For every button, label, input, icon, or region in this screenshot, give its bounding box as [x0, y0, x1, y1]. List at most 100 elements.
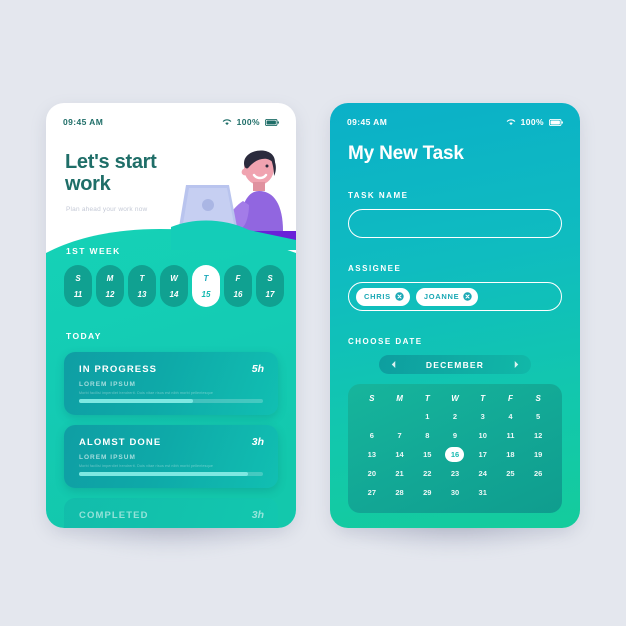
day-number-label: 17 — [265, 289, 275, 299]
status-time: 09:45 AM — [347, 117, 388, 127]
close-circle-icon[interactable] — [463, 292, 473, 301]
calendar-day-number: 4 — [508, 412, 513, 421]
week-day-6[interactable]: S 17 — [256, 265, 284, 307]
calendar-day[interactable]: 25 — [497, 466, 525, 482]
task-description: Morbi facilisi imperdiet hendrerit. Duis… — [79, 464, 214, 468]
day-of-week-label: S — [267, 273, 273, 283]
calendar-day-number: 2 — [452, 412, 458, 421]
calendar-day[interactable]: 26 — [524, 466, 552, 482]
calendar-day[interactable]: 2 — [441, 409, 469, 425]
week-day-2[interactable]: T 13 — [128, 265, 156, 307]
day-number-label: 11 — [73, 289, 83, 299]
calendar-day-number: 10 — [478, 431, 487, 440]
calendar-day[interactable]: 3 — [469, 409, 497, 425]
calendar-day-number: 5 — [536, 412, 541, 421]
calendar-day-number: 30 — [450, 488, 460, 497]
task-name-label: TASK NAME — [348, 191, 409, 200]
calendar-day[interactable]: 28 — [386, 485, 414, 501]
calendar-day-number: 24 — [478, 469, 487, 478]
task-hours: 5h — [251, 363, 264, 375]
weekday-header: M — [396, 394, 403, 403]
calendar-day-number: 17 — [478, 450, 487, 459]
calendar-day-number: 23 — [450, 469, 460, 478]
day-of-week-label: M — [106, 273, 114, 283]
calendar-day-number: 26 — [533, 469, 543, 478]
week-day-selector[interactable]: S 11 M 12 T 13 W 14 T 15 F 16 S 17 — [64, 265, 284, 307]
task-progress-fill — [79, 398, 194, 403]
task-name-input[interactable] — [348, 209, 562, 238]
calendar-day-number: 9 — [452, 431, 458, 440]
day-of-week-label: T — [203, 273, 209, 283]
calendar-day[interactable]: 4 — [497, 409, 525, 425]
day-of-week-label: T — [139, 273, 145, 283]
calendar-day[interactable]: 24 — [469, 466, 497, 482]
week-day-5[interactable]: F 16 — [224, 265, 252, 307]
day-of-week-label: S — [75, 273, 81, 283]
calendar-day[interactable]: 10 — [469, 428, 497, 444]
calendar-day-number: 1 — [425, 412, 430, 421]
calendar-day[interactable]: 29 — [413, 485, 441, 501]
month-label: DECEMBER — [425, 359, 485, 370]
calendar-day[interactable]: 11 — [497, 428, 525, 444]
calendar-day[interactable]: 17 — [469, 447, 497, 463]
calendar-day[interactable]: 8 — [413, 428, 441, 444]
week-day-0[interactable]: S 11 — [64, 265, 92, 307]
phone-screen-home: 09:45 AM 100% Let's start work Plan ahea… — [46, 103, 296, 528]
calendar-day[interactable]: 19 — [524, 447, 552, 463]
status-indicators: 100% — [222, 117, 279, 127]
home-content: 1ST WEEK S 11 M 12 T 13 W 14 T 15 F 16 S… — [46, 103, 296, 528]
calendar-day-number: 22 — [423, 469, 432, 478]
day-of-week-label: W — [170, 273, 178, 283]
calendar-day[interactable]: 15 — [413, 447, 441, 463]
calendar-day[interactable]: 27 — [358, 485, 386, 501]
calendar-day[interactable]: 12 — [524, 428, 552, 444]
weekday-header: T — [424, 394, 430, 403]
week-day-1[interactable]: M 12 — [96, 265, 124, 307]
chevron-left-icon[interactable] — [390, 360, 397, 369]
choose-date-label: CHOOSE DATE — [348, 337, 423, 346]
calendar-day[interactable]: 30 — [441, 485, 469, 501]
task-card-almost-done[interactable]: ALOMST DONE 3h LOREM IPSUM Morbi facilis… — [64, 425, 278, 488]
day-number-label: 15 — [201, 289, 211, 299]
calendar-day[interactable]: 13 — [358, 447, 386, 463]
assignee-input[interactable]: CHRIS JOANNE — [348, 282, 562, 311]
week-day-4-selected[interactable]: T 15 — [192, 265, 220, 307]
assignee-chip-chris[interactable]: CHRIS — [356, 287, 410, 306]
chevron-right-icon[interactable] — [513, 360, 520, 369]
calendar-day[interactable]: 6 — [358, 428, 386, 444]
calendar-day-number: 6 — [369, 431, 374, 440]
calendar-day[interactable]: 31 — [469, 485, 497, 501]
calendar-day[interactable]: 21 — [386, 466, 414, 482]
task-card-in-progress[interactable]: IN PROGRESS 5h LOREM IPSUM Morbi facilis… — [64, 352, 278, 415]
assignee-chip-joanne[interactable]: JOANNE — [415, 287, 479, 306]
calendar-day-number: 14 — [395, 450, 404, 459]
calendar-day-selected[interactable]: 16 — [441, 447, 469, 463]
calendar-day[interactable]: 1 — [413, 409, 441, 425]
calendar-day[interactable]: 7 — [386, 428, 414, 444]
calendar-day[interactable]: 5 — [524, 409, 552, 425]
app-canvas: 09:45 AM 100% Let's start work Plan ahea… — [0, 0, 626, 626]
day-of-week-label: F — [235, 273, 241, 283]
calendar-day-number: 13 — [367, 450, 377, 459]
task-card-completed[interactable]: COMPLETED 3h — [64, 498, 278, 528]
calendar-day-number: 29 — [423, 488, 432, 497]
calendar-day[interactable]: 20 — [358, 466, 386, 482]
calendar-day[interactable]: 23 — [441, 466, 469, 482]
weekday-header: S — [535, 394, 541, 403]
calendar-day[interactable]: 14 — [386, 447, 414, 463]
calendar-day[interactable]: 18 — [497, 447, 525, 463]
calendar-day-grid[interactable]: ..12345678910111213141516171819202122232… — [358, 409, 552, 501]
calendar-day[interactable]: 9 — [441, 428, 469, 444]
task-title: ALOMST DONE — [79, 437, 162, 448]
status-bar: 09:45 AM 100% — [46, 103, 296, 127]
phone-screen-new-task: 09:45 AM 100% My New Task TASK NAME ASSI… — [330, 103, 580, 528]
calendar-day[interactable]: 22 — [413, 466, 441, 482]
week-day-3[interactable]: W 14 — [160, 265, 188, 307]
calendar-day-number: 25 — [506, 469, 515, 478]
task-hours: 3h — [251, 436, 264, 448]
close-circle-icon[interactable] — [395, 292, 404, 301]
month-navigator: DECEMBER — [379, 355, 531, 374]
calendar-day-number: 20 — [367, 469, 377, 478]
calendar-day-number: 19 — [533, 450, 543, 459]
battery-icon — [265, 118, 279, 126]
